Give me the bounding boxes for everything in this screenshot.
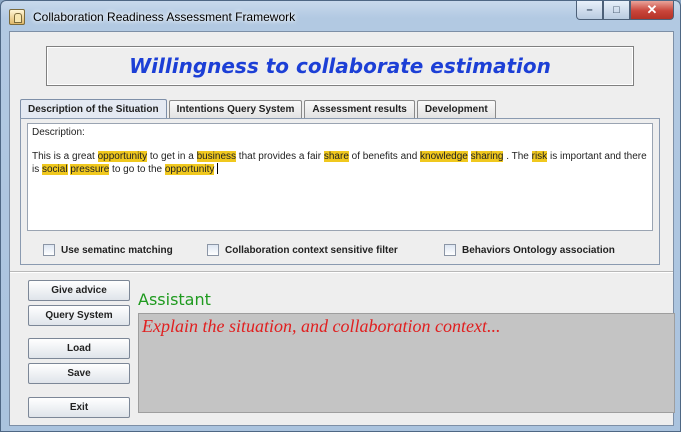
highlighted-keyword: risk [531, 151, 548, 162]
window-controls: – □ ✕ [576, 1, 674, 21]
description-segment: This is a great [32, 151, 98, 162]
highlighted-keyword: knowledge [420, 151, 468, 162]
highlighted-keyword: sharing [470, 151, 504, 162]
description-text: This is a great opportunity to get in a … [32, 151, 648, 176]
tab-development[interactable]: Development [416, 100, 496, 118]
description-label: Description: [32, 127, 85, 138]
tab-intentions-query[interactable]: Intentions Query System [168, 100, 303, 118]
tab-bar: Description of the Situation Intentions … [20, 99, 498, 118]
maximize-button[interactable]: □ [603, 1, 630, 20]
minimize-button[interactable]: – [576, 1, 603, 20]
close-button[interactable]: ✕ [630, 1, 674, 20]
banner: Willingness to collaborate estimation [46, 46, 634, 86]
description-segment: of benefits and [348, 151, 421, 162]
semantic-matching-checkbox[interactable]: Use sematinc matching [43, 244, 173, 256]
title-bar[interactable]: Collaboration Readiness Assessment Frame… [1, 1, 680, 31]
load-button[interactable]: Load [28, 338, 130, 359]
give-advice-button[interactable]: Give advice [28, 280, 130, 301]
java-app-icon[interactable] [9, 9, 25, 25]
description-tab-panel: Description: This is a great opportunity… [20, 118, 660, 265]
checkbox-box[interactable] [444, 244, 456, 256]
description-segment: that provides a fair [236, 151, 324, 162]
description-segment: to get in a [147, 151, 197, 162]
window-title: Collaboration Readiness Assessment Frame… [33, 10, 296, 24]
description-textarea[interactable]: Description: This is a great opportunity… [27, 123, 653, 231]
assistant-label: Assistant [138, 290, 211, 309]
tab-assessment-results[interactable]: Assessment results [304, 100, 415, 118]
options-row: Use sematinc matching Collaboration cont… [21, 244, 659, 258]
highlighted-keyword: share [323, 151, 349, 162]
highlighted-keyword: social [42, 164, 68, 175]
description-segment: . The [503, 151, 532, 162]
assistant-message: Explain the situation, and collaboration… [142, 316, 501, 336]
ontology-association-label: Behaviors Ontology association [462, 244, 615, 256]
description-segment: to go to the [109, 164, 165, 175]
main-panel: Willingness to collaborate estimation De… [9, 31, 675, 426]
text-cursor [217, 163, 219, 174]
semantic-matching-label: Use sematinc matching [61, 244, 173, 256]
highlighted-keyword: business [196, 151, 237, 162]
tab-description[interactable]: Description of the Situation [20, 99, 167, 118]
divider [10, 271, 673, 273]
highlighted-keyword: opportunity [164, 164, 215, 175]
highlighted-keyword: pressure [70, 164, 110, 175]
highlighted-keyword: opportunity [97, 151, 148, 162]
save-button[interactable]: Save [28, 363, 130, 384]
query-system-button[interactable]: Query System [28, 305, 130, 326]
context-filter-checkbox[interactable]: Collaboration context sensitive filter [207, 244, 398, 256]
ontology-association-checkbox[interactable]: Behaviors Ontology association [444, 244, 615, 256]
assistant-output-area: Explain the situation, and collaboration… [138, 313, 675, 413]
context-filter-label: Collaboration context sensitive filter [225, 244, 398, 256]
app-window: Collaboration Readiness Assessment Frame… [0, 0, 681, 432]
banner-title: Willingness to collaborate estimation [129, 54, 551, 78]
checkbox-box[interactable] [43, 244, 55, 256]
checkbox-box[interactable] [207, 244, 219, 256]
exit-button[interactable]: Exit [28, 397, 130, 418]
